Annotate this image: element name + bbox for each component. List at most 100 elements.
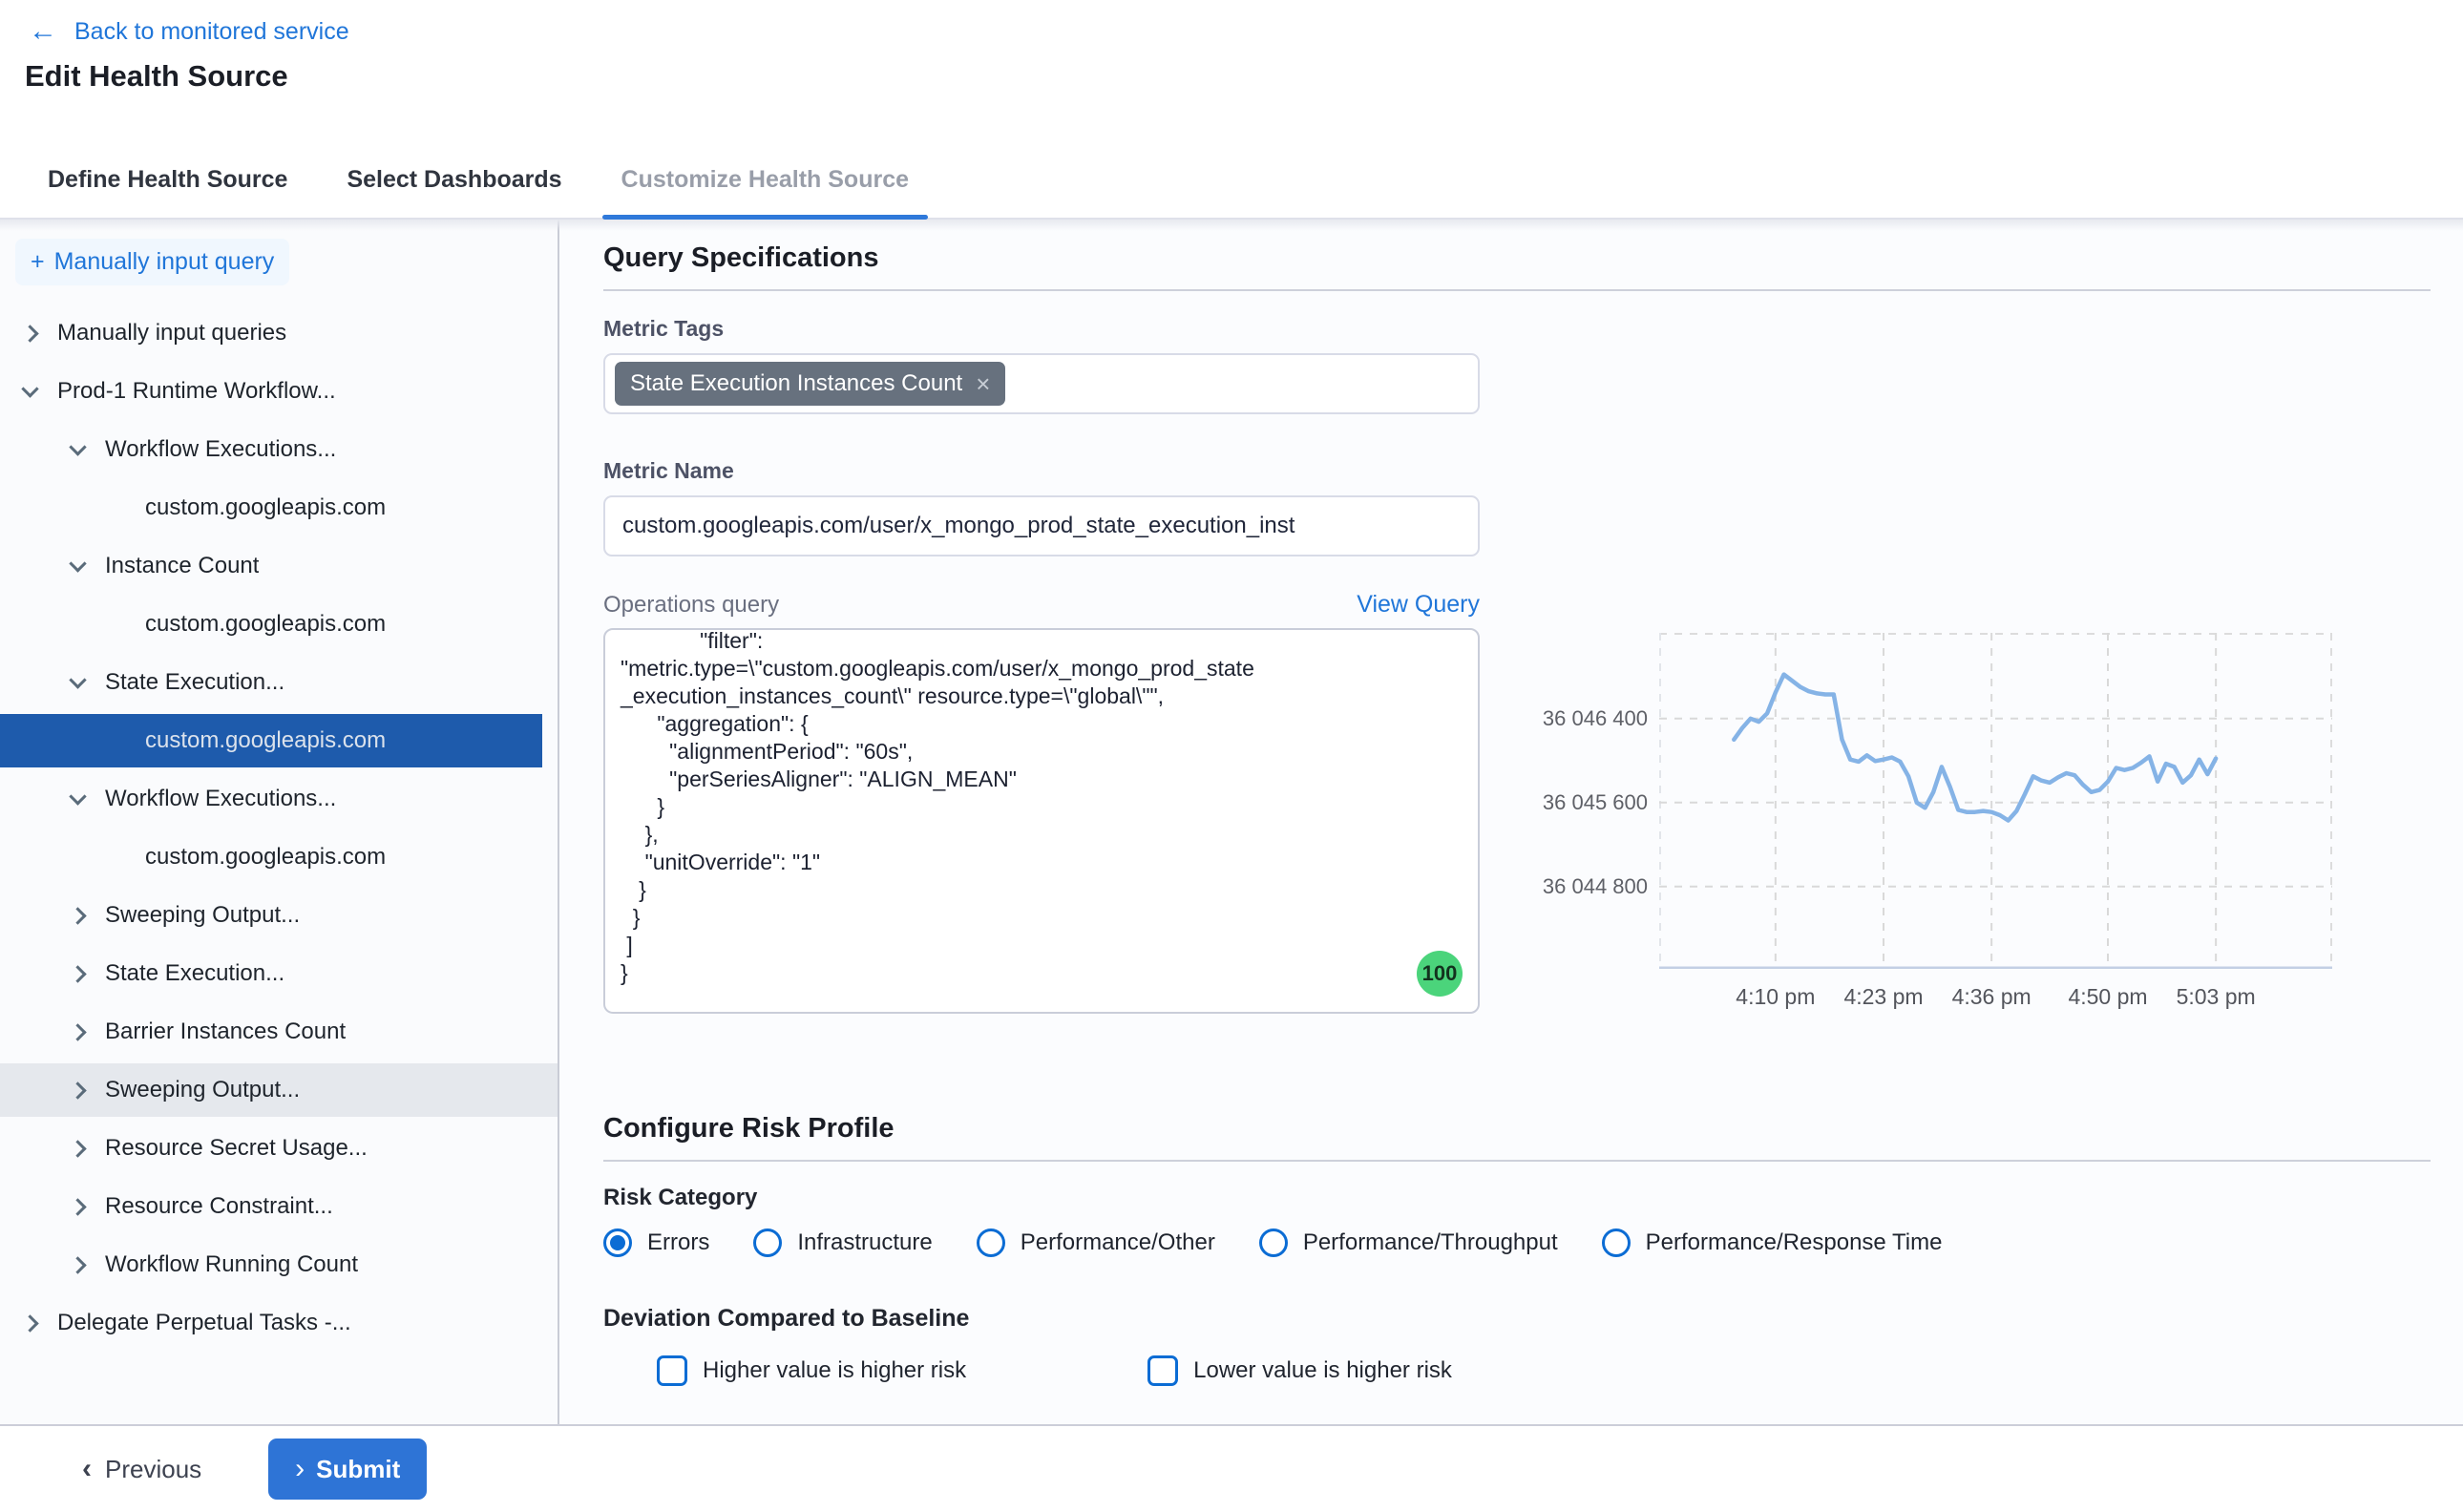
sidebar-item-label: custom.googleapis.com <box>145 727 386 754</box>
risk-radio-performance-response-time[interactable]: Performance/Response Time <box>1602 1228 1943 1257</box>
radio-icon <box>753 1228 782 1257</box>
radio-label: Performance/Other <box>1021 1229 1215 1256</box>
sidebar-item-label: Delegate Perpetual Tasks -... <box>57 1310 351 1336</box>
line-chart-svg <box>1659 633 2332 969</box>
radio-label: Infrastructure <box>797 1229 932 1256</box>
chevron-down-icon <box>69 438 86 455</box>
sidebar-item-label: Workflow Executions... <box>105 436 336 463</box>
radio-icon <box>603 1228 632 1257</box>
checkbox-icon <box>1147 1355 1178 1386</box>
tab-define-health-source[interactable]: Define Health Source <box>29 141 306 218</box>
sidebar-item-custom-googleapis-com[interactable]: custom.googleapis.com <box>0 481 542 535</box>
sidebar-item-custom-googleapis-com[interactable]: custom.googleapis.com <box>0 598 542 651</box>
configure-risk-profile-heading: Configure Risk Profile <box>603 1113 2431 1144</box>
previous-button-label: Previous <box>105 1455 201 1484</box>
metric-tag-chip: State Execution Instances Count × <box>615 362 1005 406</box>
y-axis-tick-label: 36 046 400 <box>1543 706 1648 731</box>
risk-category-radio-group: Errors Infrastructure Performance/Other Per… <box>603 1228 2431 1257</box>
chevron-right-icon: › <box>295 1457 305 1481</box>
sidebar-item-resource-constraint[interactable]: Resource Constraint... <box>0 1180 542 1233</box>
sidebar-item-sweeping-output[interactable]: Sweeping Output... <box>0 889 542 942</box>
chevron-right-icon <box>69 1082 86 1099</box>
sidebar-item-workflow-executions[interactable]: Workflow Executions... <box>0 772 542 826</box>
chevron-right-icon <box>69 965 86 982</box>
risk-radio-performance-other[interactable]: Performance/Other <box>977 1228 1215 1257</box>
back-arrow-icon: ← <box>29 17 57 46</box>
sidebar-item-label: Workflow Running Count <box>105 1251 358 1278</box>
chart-y-axis-labels: 36 046 40036 045 60036 044 800 <box>1516 633 1659 969</box>
chevron-right-icon <box>69 907 86 924</box>
section-divider <box>603 1160 2431 1162</box>
risk-radio-performance-throughput[interactable]: Performance/Throughput <box>1259 1228 1558 1257</box>
sidebar-item-label: custom.googleapis.com <box>145 844 386 871</box>
chevron-down-icon <box>69 788 86 805</box>
previous-button[interactable]: ‹ Previous <box>82 1455 201 1484</box>
sidebar-item-custom-googleapis-com[interactable]: custom.googleapis.com <box>0 830 542 884</box>
wizard-tab-bar: Define Health Source Select Dashboards Cus… <box>0 141 2463 220</box>
main-panel: Query Specifications Metric Tags State E… <box>559 220 2463 1424</box>
sidebar-item-custom-googleapis-com[interactable]: custom.googleapis.com <box>0 714 542 767</box>
x-axis-tick-label: 4:36 pm <box>1925 984 2058 1010</box>
sidebar-item-label: Manually input queries <box>57 320 286 346</box>
sidebar-item-label: Sweeping Output... <box>105 1077 300 1103</box>
sidebar-item-label: Sweeping Output... <box>105 902 300 929</box>
add-manual-query-button[interactable]: + Manually input query <box>15 239 289 285</box>
radio-label: Errors <box>647 1229 709 1256</box>
content-area: + Manually input query Manually input qu… <box>0 220 2463 1424</box>
chevron-down-icon <box>21 380 38 397</box>
x-axis-tick-label: 5:03 pm <box>2149 984 2283 1010</box>
metrics-tree: Manually input queries Prod-1 Runtime Wor… <box>0 306 558 1350</box>
sidebar-item-label: Workflow Executions... <box>105 786 336 812</box>
metric-tags-input[interactable]: State Execution Instances Count × <box>603 353 1480 414</box>
sidebar-item-label: custom.googleapis.com <box>145 494 386 521</box>
risk-radio-infrastructure[interactable]: Infrastructure <box>753 1228 932 1257</box>
remove-tag-icon[interactable]: × <box>976 369 990 399</box>
sidebar-item-prod-1-runtime-workflow[interactable]: Prod-1 Runtime Workflow... <box>0 365 542 418</box>
chevron-right-icon <box>69 1198 86 1215</box>
metric-name-input[interactable]: custom.googleapis.com/user/x_mongo_prod_… <box>603 495 1480 556</box>
sidebar-item-barrier-instances-count[interactable]: Barrier Instances Count <box>0 1005 542 1059</box>
checkbox-label: Lower value is higher risk <box>1193 1357 1452 1384</box>
sidebar-item-sweeping-output[interactable]: Sweeping Output... <box>0 1063 558 1117</box>
tab-customize-health-source[interactable]: Customize Health Source <box>602 141 928 218</box>
radio-icon <box>1259 1228 1288 1257</box>
sidebar-item-label: Instance Count <box>105 553 259 579</box>
metric-tags-label: Metric Tags <box>603 316 2431 342</box>
section-divider <box>603 289 2431 291</box>
risk-category-label: Risk Category <box>603 1185 2431 1211</box>
back-to-monitored-service-link[interactable]: ← Back to monitored service <box>29 17 349 46</box>
chevron-right-icon <box>69 1023 86 1040</box>
sidebar-item-instance-count[interactable]: Instance Count <box>0 539 542 593</box>
tab-select-dashboards[interactable]: Select Dashboards <box>327 141 580 218</box>
page-title: Edit Health Source <box>25 59 288 94</box>
deviation-baseline-label: Deviation Compared to Baseline <box>603 1305 2431 1333</box>
checkbox-higher-value-is-higher-risk[interactable]: Higher value is higher risk <box>657 1355 966 1386</box>
sidebar-item-delegate-perpetual-tasks[interactable]: Delegate Perpetual Tasks -... <box>0 1296 542 1350</box>
sidebar-item-label: Prod-1 Runtime Workflow... <box>57 378 336 405</box>
risk-radio-errors[interactable]: Errors <box>603 1228 709 1257</box>
metric-series-line <box>1734 675 2216 821</box>
radio-icon <box>1602 1228 1631 1257</box>
chevron-down-icon <box>69 671 86 688</box>
y-axis-tick-label: 36 044 800 <box>1543 874 1648 899</box>
chevron-down-icon <box>69 555 86 572</box>
metric-name-value: custom.googleapis.com/user/x_mongo_prod_… <box>622 513 1295 539</box>
page-header: ← Back to monitored service Edit Health … <box>0 0 2463 141</box>
chevron-right-icon <box>69 1140 86 1157</box>
sidebar-item-workflow-executions[interactable]: Workflow Executions... <box>0 423 542 476</box>
plus-icon: + <box>31 248 45 276</box>
submit-button[interactable]: › Submit <box>268 1438 427 1500</box>
view-query-link[interactable]: View Query <box>1357 591 1480 619</box>
sidebar-item-state-execution[interactable]: State Execution... <box>0 947 542 1000</box>
metric-preview-chart: 36 046 40036 045 60036 044 800 4:10 pm4:… <box>1516 633 2332 1014</box>
sidebar-item-manually-input-queries[interactable]: Manually input queries <box>0 306 542 360</box>
sidebar-item-label: custom.googleapis.com <box>145 611 386 638</box>
sidebar-item-label: State Execution... <box>105 669 284 696</box>
sidebar-item-workflow-running-count[interactable]: Workflow Running Count <box>0 1238 542 1292</box>
operations-query-textarea[interactable]: "filter": "metric.type=\"custom.googleap… <box>603 628 1480 1014</box>
radio-label: Performance/Throughput <box>1303 1229 1558 1256</box>
sidebar-item-resource-secret-usage[interactable]: Resource Secret Usage... <box>0 1122 542 1175</box>
sidebar-item-state-execution[interactable]: State Execution... <box>0 656 542 709</box>
checkbox-lower-value-is-higher-risk[interactable]: Lower value is higher risk <box>1147 1355 1452 1386</box>
chevron-right-icon <box>21 325 38 342</box>
